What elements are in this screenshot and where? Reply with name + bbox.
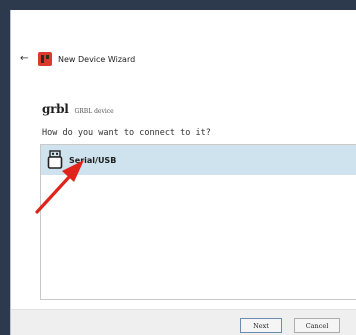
footer-bar: Next Cancel — [11, 309, 356, 335]
cancel-button[interactable]: Cancel — [294, 318, 340, 333]
connection-question: How do you want to connect to it? — [42, 128, 211, 138]
device-logo: grbl — [42, 102, 69, 116]
list-item-serial-usb[interactable]: Serial/USB — [41, 145, 356, 175]
connection-list[interactable]: Serial/USB — [40, 144, 356, 300]
window-title: New Device Wizard — [58, 54, 136, 64]
app-logo-icon — [38, 52, 52, 66]
next-button-label: Next — [253, 321, 269, 330]
list-item-label: Serial/USB — [69, 155, 117, 165]
usb-icon — [47, 150, 63, 169]
device-label: GRBL device — [74, 108, 114, 115]
cancel-button-label: Cancel — [305, 321, 329, 330]
next-button[interactable]: Next — [240, 318, 282, 333]
back-arrow-icon[interactable]: ← — [20, 54, 30, 64]
wizard-window: ← New Device Wizard grbl GRBL device How… — [10, 10, 356, 335]
title-bar: ← New Device Wizard — [11, 48, 351, 70]
device-header: grbl GRBL device — [42, 102, 114, 116]
